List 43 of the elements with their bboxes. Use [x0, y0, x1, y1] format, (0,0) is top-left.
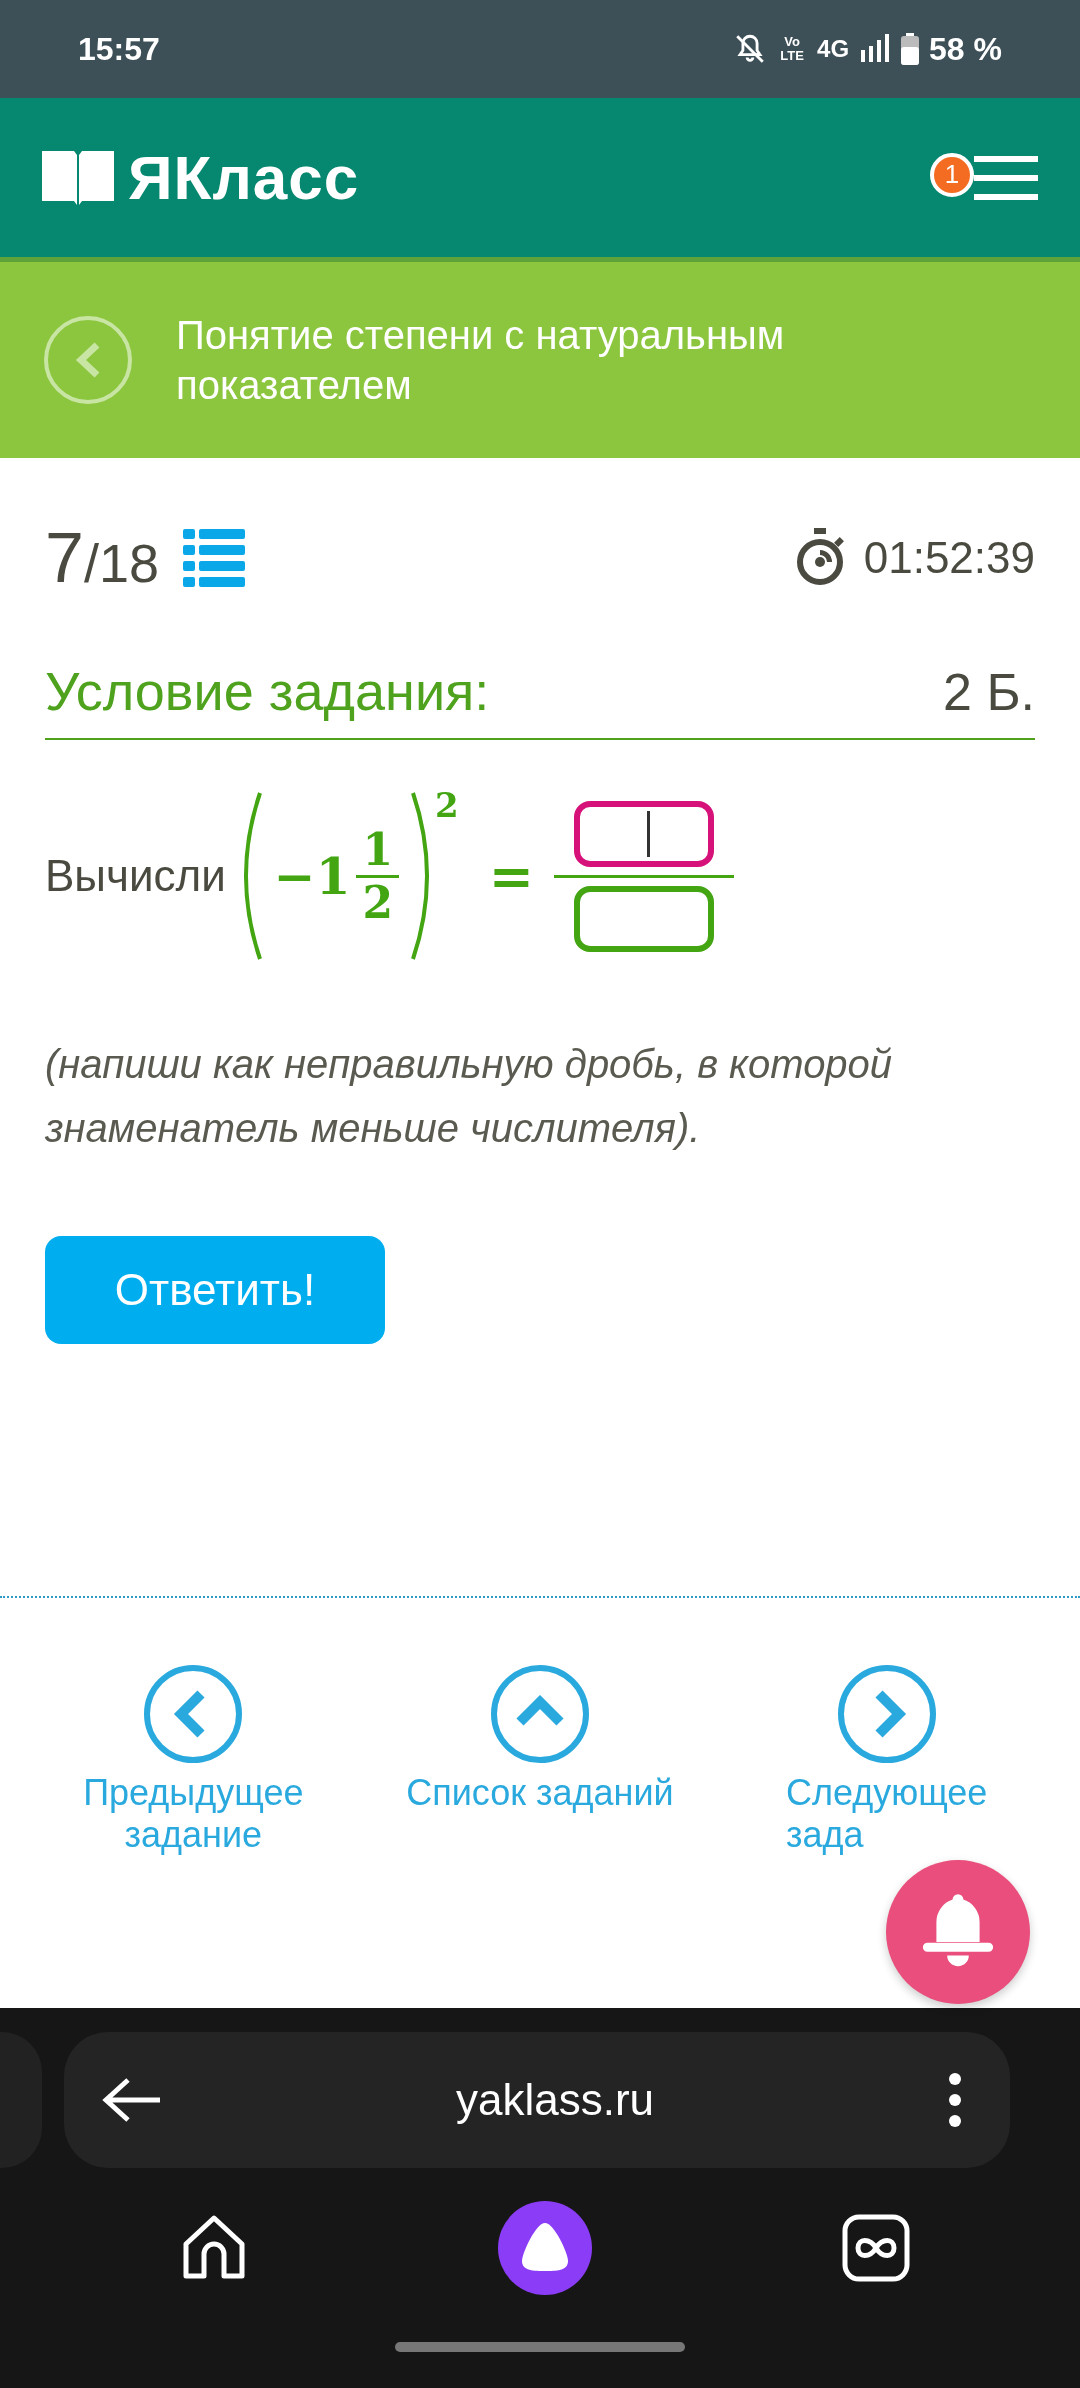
up-icon[interactable]: [490, 1664, 590, 1764]
nav-link[interactable]: Предыдущее задание: [83, 1772, 304, 1856]
volte-label: Vo LTE: [779, 35, 805, 63]
math-numerator: 1: [356, 824, 400, 878]
prompt-text: Вычисли: [45, 851, 226, 901]
math-denominator: 2: [362, 877, 394, 928]
clock-time: 15:57: [78, 30, 160, 68]
right-parenthesis-icon: [411, 791, 430, 961]
url-text: yaklass.ru: [455, 2075, 655, 2125]
task-heading: Условие задания:: [45, 660, 490, 722]
network-label: 4G: [817, 35, 850, 63]
list-icon[interactable]: [183, 529, 245, 587]
task-total: /18: [83, 532, 159, 594]
submit-button[interactable]: Ответить!: [45, 1236, 385, 1344]
task-number: 7: [45, 518, 84, 598]
points-label: 2 Б.: [943, 662, 1035, 722]
infinity-icon[interactable]: [842, 2214, 910, 2282]
logo-text: ЯКласс: [128, 142, 360, 213]
next-icon[interactable]: [836, 1664, 937, 1764]
answer-field[interactable]: [573, 800, 714, 867]
timer-text: 01:52:39: [863, 533, 1035, 583]
math-whole: −1: [273, 846, 351, 906]
assistant-icon[interactable]: [498, 2201, 592, 2295]
menu-button[interactable]: 1: [930, 152, 1038, 203]
nav-link[interactable]: Следующее зада: [785, 1772, 988, 1856]
answer-field[interactable]: [573, 885, 714, 952]
notification-badge: 1: [930, 152, 974, 197]
battery-icon: [901, 33, 920, 65]
topic-title: Понятие степени с натуральным показателем: [176, 312, 786, 409]
address-bar[interactable]: yaklass.ru: [64, 2032, 1010, 2168]
back-arrow-icon[interactable]: [102, 2077, 162, 2123]
more-icon[interactable]: [948, 2072, 962, 2128]
nav-link[interactable]: Список заданий: [406, 1772, 674, 1814]
math-exponent: 2: [435, 785, 459, 825]
left-parenthesis-icon: [243, 791, 262, 961]
previous-icon[interactable]: [143, 1664, 244, 1764]
menu-icon: [974, 155, 1038, 200]
battery-percent: 58 %: [929, 30, 1002, 68]
math-equals: =: [488, 844, 534, 908]
back-icon: [75, 342, 101, 378]
signal-icon: [859, 34, 892, 64]
hint-text: (напиши как неправильную дробь, в которой знаменатель меньше числителя).: [45, 1041, 894, 1152]
book-icon: [42, 150, 114, 205]
